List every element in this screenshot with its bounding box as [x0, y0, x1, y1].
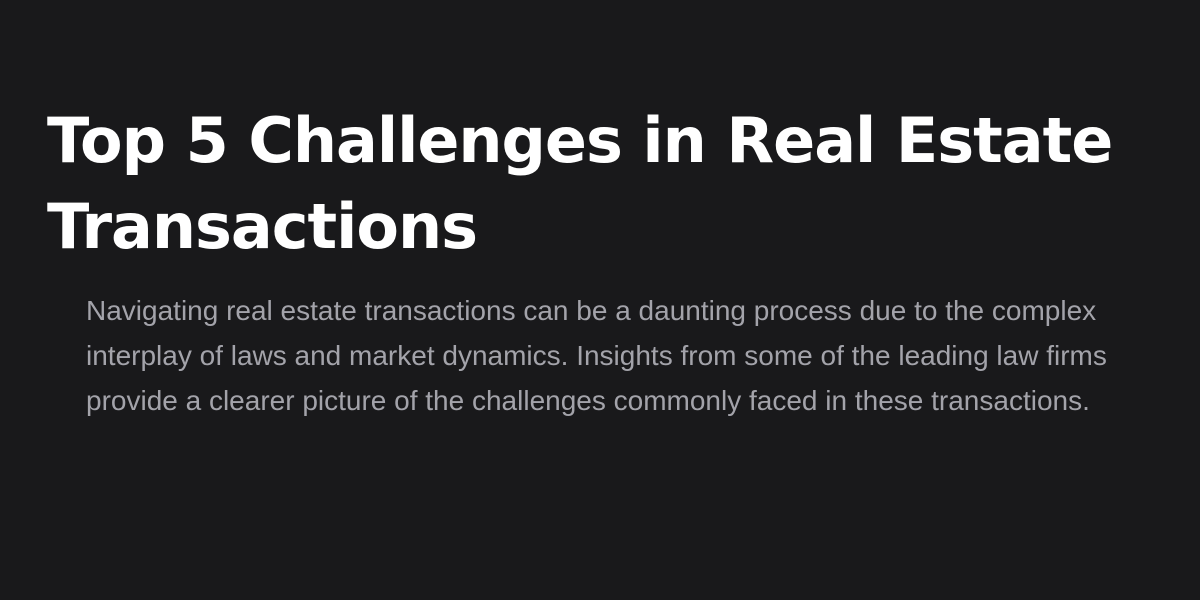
article-intro-paragraph: Navigating real estate transactions can … [86, 295, 1107, 416]
article-card: Top 5 Challenges in Real Estate Transact… [0, 0, 1200, 600]
article-title: Top 5 Challenges in Real Estate Transact… [47, 104, 1113, 263]
